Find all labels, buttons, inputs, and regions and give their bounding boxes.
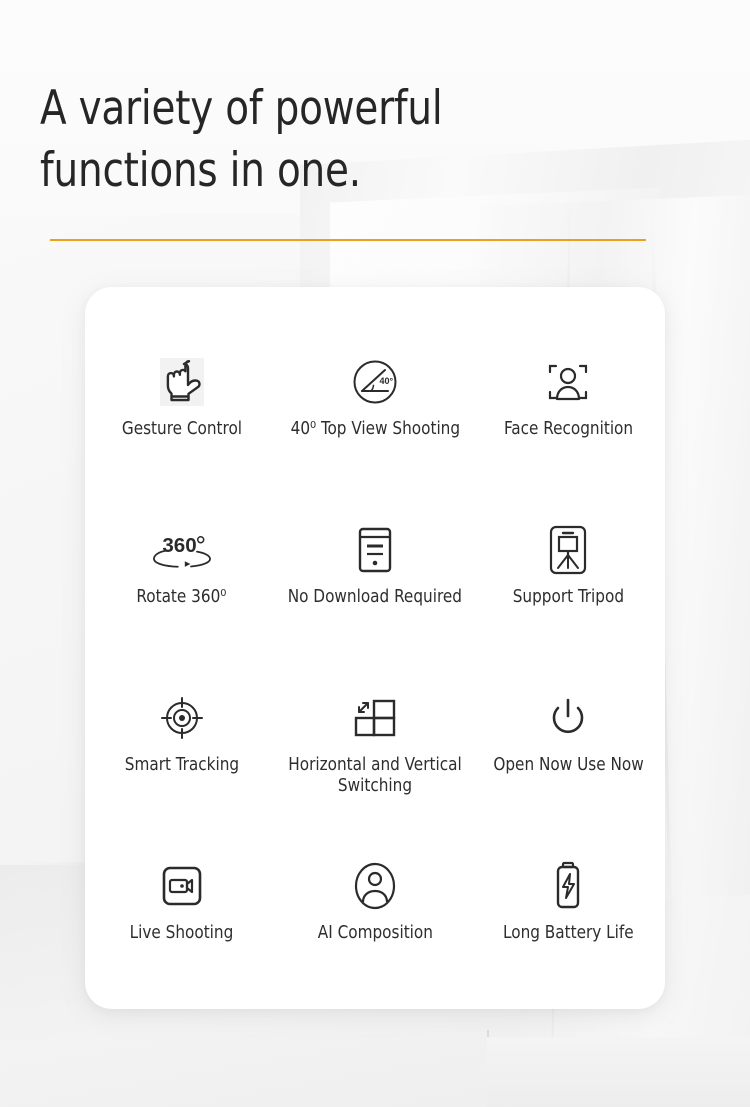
- person-avatar-icon: [346, 857, 404, 915]
- feature-item-orientation-switching[interactable]: Horizontal and Vertical Switching: [278, 667, 471, 835]
- feature-label: Gesture Control: [121, 419, 242, 439]
- feature-label: Rotate 360⁰: [136, 587, 227, 607]
- video-camera-icon: [153, 857, 211, 915]
- feature-item-live-shooting[interactable]: Live Shooting: [85, 835, 278, 1003]
- angle-40-degree-icon: 40°: [346, 353, 404, 411]
- feature-item-smart-tracking[interactable]: Smart Tracking: [85, 667, 278, 835]
- page-title: A variety of powerful functions in one.: [40, 81, 443, 198]
- feature-label: Horizontal and Vertical Switching: [288, 755, 462, 796]
- svg-text:360: 360: [162, 534, 196, 557]
- feature-item-open-now-use-now[interactable]: Open Now Use Now: [472, 667, 665, 835]
- feature-label: 40⁰ Top View Shooting: [290, 419, 460, 439]
- rotate-360-icon: 360: [152, 521, 211, 579]
- feature-label: Face Recognition: [503, 419, 633, 439]
- feature-label: Long Battery Life: [502, 923, 634, 943]
- feature-item-gesture-control[interactable]: Gesture Control: [85, 331, 278, 499]
- document-card-icon: [346, 521, 404, 579]
- features-card: Gesture Control 40° 40⁰ Top View Shootin…: [85, 287, 665, 1009]
- battery-bolt-icon: [539, 857, 597, 915]
- feature-item-face-recognition[interactable]: Face Recognition: [472, 331, 665, 499]
- feature-label: No Download Required: [287, 587, 463, 607]
- crosshair-target-icon: [153, 689, 211, 747]
- hand-pointing-icon: [153, 353, 211, 411]
- features-grid: Gesture Control 40° 40⁰ Top View Shootin…: [85, 331, 665, 1003]
- power-icon: [539, 689, 597, 747]
- feature-label: Open Now Use Now: [493, 755, 644, 775]
- face-recognition-icon: [539, 353, 597, 411]
- tripod-icon: [539, 521, 597, 579]
- background-panel-bottom-right: [487, 1037, 750, 1107]
- orientation-switch-icon: [346, 689, 404, 747]
- feature-label: Smart Tracking: [124, 755, 239, 775]
- feature-label: AI Composition: [317, 923, 433, 943]
- feature-item-long-battery-life[interactable]: Long Battery Life: [472, 835, 665, 1003]
- feature-item-rotate-360[interactable]: 360 Rotate 360⁰: [85, 499, 278, 667]
- feature-item-top-view-shooting[interactable]: 40° 40⁰ Top View Shooting: [278, 331, 471, 499]
- feature-item-no-download[interactable]: No Download Required: [278, 499, 471, 667]
- feature-label: Live Shooting: [129, 923, 234, 943]
- feature-label: Support Tripod: [512, 587, 624, 607]
- title-divider: [50, 239, 646, 241]
- feature-item-ai-composition[interactable]: AI Composition: [278, 835, 471, 1003]
- feature-item-support-tripod[interactable]: Support Tripod: [472, 499, 665, 667]
- svg-text:40°: 40°: [379, 376, 393, 386]
